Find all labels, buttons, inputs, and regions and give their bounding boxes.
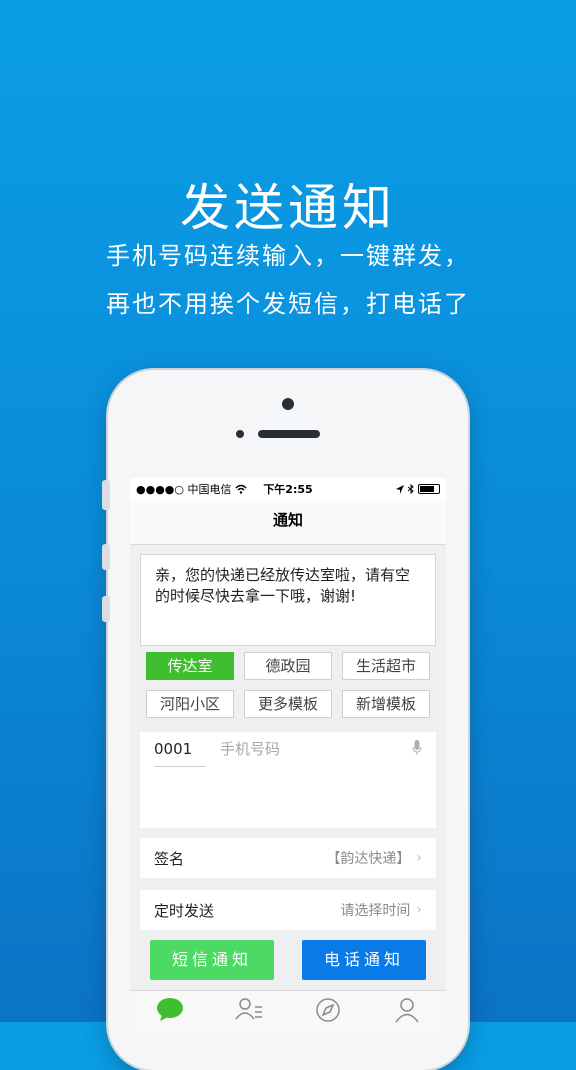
call-notify-button[interactable]: 电话通知 [302, 940, 426, 980]
contacts-icon [234, 998, 262, 1020]
message-textarea[interactable]: 亲，您的快递已经放传达室啦，请有空的时候尽快去拿一下哦，谢谢! [140, 554, 436, 646]
camera-icon [282, 398, 294, 410]
signature-value: 【韵达快递】 [326, 851, 411, 867]
tab-discover[interactable] [308, 997, 348, 1027]
user-icon [394, 998, 419, 1023]
signature-row[interactable]: 签名 【韵达快递】 › [140, 838, 436, 878]
sequence-code: 0001 [154, 740, 193, 758]
divider [154, 766, 206, 767]
microphone-icon[interactable] [412, 740, 422, 756]
phone-number-input[interactable] [220, 738, 400, 760]
template-chuandashi-button[interactable]: 传达室 [146, 652, 234, 680]
speaker-grille [258, 430, 320, 438]
chat-bubble-icon [156, 998, 183, 1021]
schedule-label: 定时发送 [154, 901, 215, 920]
phone-entry-panel: 0001 [140, 732, 436, 828]
template-heyang-button[interactable]: 河阳小区 [146, 690, 234, 718]
app-screen: ●●●●○ 中国电信 下午2:55 通知 亲，您的快递已经放传达室啦，请有空的时… [130, 478, 446, 1038]
hero-subtitle-line2: 再也不用挨个发短信，打电话了 [106, 290, 470, 318]
phone-side-button [102, 596, 110, 622]
tab-contacts[interactable] [229, 997, 269, 1027]
tab-profile[interactable] [387, 997, 427, 1027]
more-templates-button[interactable]: 更多模板 [244, 690, 332, 718]
status-bar: ●●●●○ 中国电信 下午2:55 [130, 478, 446, 500]
battery-icon [418, 484, 440, 494]
template-dezhengyuan-button[interactable]: 德政园 [244, 652, 332, 680]
chevron-right-icon: › [416, 850, 422, 866]
chevron-right-icon: › [416, 902, 422, 918]
schedule-row[interactable]: 定时发送 请选择时间 › [140, 890, 436, 930]
tab-messages[interactable] [150, 997, 190, 1027]
sms-notify-button[interactable]: 短信通知 [150, 940, 274, 980]
phone-side-button [102, 544, 110, 570]
hero-subtitle-line1: 手机号码连续输入，一键群发， [106, 242, 470, 270]
signature-label: 签名 [154, 849, 185, 868]
sensor-icon [236, 430, 244, 438]
schedule-value: 请选择时间 [340, 903, 411, 919]
status-time: 下午2:55 [263, 483, 313, 496]
template-supermarket-button[interactable]: 生活超市 [342, 652, 430, 680]
compass-icon [315, 998, 340, 1022]
hero-title: 发送通知 [180, 179, 396, 237]
nav-title: 通知 [130, 500, 446, 545]
phone-side-button [102, 480, 110, 510]
tab-bar [130, 990, 446, 1038]
add-template-button[interactable]: 新增模板 [342, 690, 430, 718]
